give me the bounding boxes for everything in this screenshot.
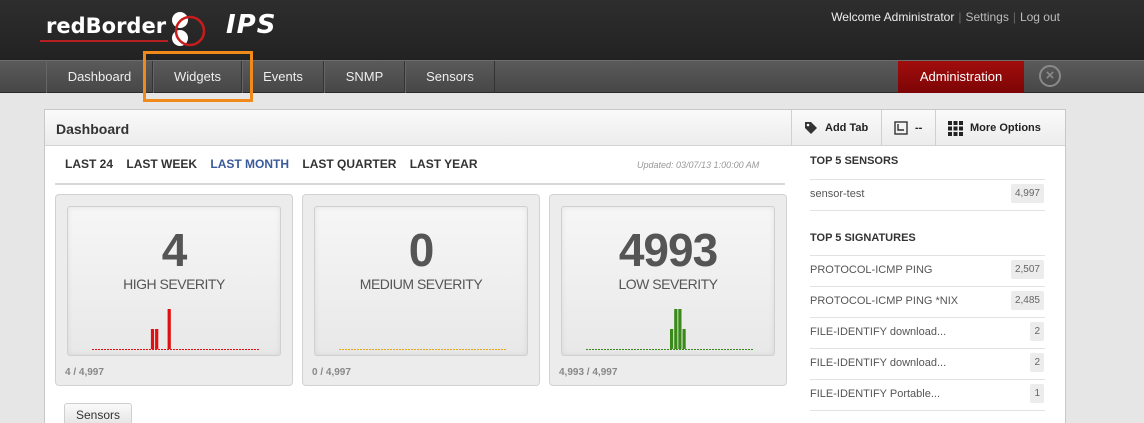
sensor-count-badge: 4,997 xyxy=(1010,184,1044,203)
card-footer: 4,993 / 4,997 xyxy=(559,367,618,378)
grid-icon xyxy=(948,120,963,136)
card-value: 4993 xyxy=(618,224,718,276)
sparkline-bar xyxy=(678,309,682,349)
sensors-tag-button[interactable]: Sensors xyxy=(64,403,132,423)
more-options-button[interactable]: More Options xyxy=(935,110,1065,146)
divider xyxy=(55,183,785,185)
sparkline-bar xyxy=(167,309,171,349)
high-severity-card[interactable]: 4 HIGH SEVERITY 4 / 4,997 xyxy=(55,194,293,386)
signature-row[interactable]: FILE-IDENTIFY download... 2 xyxy=(810,349,1045,380)
sparkline xyxy=(586,309,753,350)
range-last-month[interactable]: LAST MONTH xyxy=(210,157,289,171)
signature-count-badge: 2,507 xyxy=(1010,260,1044,279)
sparkline-bar xyxy=(670,329,674,349)
add-tab-label: Add Tab xyxy=(825,122,869,134)
card-inner: 4993 LOW SEVERITY xyxy=(561,206,775,356)
sensor-name: sensor-test xyxy=(810,188,865,200)
card-label: HIGH SEVERITY xyxy=(123,276,225,292)
panel-header: Dashboard Add Tab -- More Options xyxy=(45,110,1065,146)
card-footer: 0 / 4,997 xyxy=(312,367,351,378)
brand-name: redBorder xyxy=(46,14,167,38)
signature-name: FILE-IDENTIFY download... xyxy=(810,357,947,369)
clock-icon xyxy=(894,121,908,135)
tag-icon xyxy=(805,122,817,134)
sparkline xyxy=(339,349,506,350)
widgets-highlight xyxy=(143,51,253,102)
range-last-year[interactable]: LAST YEAR xyxy=(410,157,478,171)
sparkline xyxy=(92,309,259,350)
add-tab-button[interactable]: Add Tab xyxy=(791,110,881,146)
product-name: IPS xyxy=(226,10,277,40)
nav-snmp[interactable]: SNMP xyxy=(324,61,405,93)
signature-name: PROTOCOL-ICMP PING xyxy=(810,264,933,276)
signature-count-badge: 2 xyxy=(1030,353,1044,372)
top-signatures-title: TOP 5 SIGNATURES xyxy=(810,232,916,244)
signature-name: FILE-IDENTIFY download... xyxy=(810,326,947,338)
card-value: 0 xyxy=(408,224,435,276)
signature-row[interactable]: PROTOCOL-ICMP PING 2,507 xyxy=(810,256,1045,287)
updated-timestamp: Updated: 03/07/13 1:00:00 AM xyxy=(637,160,760,170)
card-label: MEDIUM SEVERITY xyxy=(359,276,483,292)
card-inner: 4 HIGH SEVERITY xyxy=(67,206,281,356)
nav-administration[interactable]: Administration xyxy=(898,61,1024,93)
signature-row[interactable]: FILE-IDENTIFY download... 2 xyxy=(810,318,1045,349)
signature-count-badge: 2 xyxy=(1030,322,1044,341)
nav-sensors[interactable]: Sensors xyxy=(405,61,495,93)
low-severity-card[interactable]: 4993 LOW SEVERITY 4,993 / 4,997 xyxy=(549,194,787,386)
card-label: LOW SEVERITY xyxy=(618,276,718,292)
sparkline-bar xyxy=(150,329,155,349)
range-last-quarter[interactable]: LAST QUARTER xyxy=(302,157,396,171)
nav-events[interactable]: Events xyxy=(242,61,324,93)
sparkline-bar xyxy=(155,329,159,349)
welcome-text: Welcome Administrator xyxy=(831,10,955,24)
card-value: 4 xyxy=(161,224,188,276)
signature-count-badge: 1 xyxy=(1030,384,1044,403)
sensor-row[interactable]: sensor-test 4,997 xyxy=(810,180,1045,211)
sparkline-bar xyxy=(674,309,678,349)
sparkline-bar xyxy=(682,329,686,349)
user-links: Welcome Administrator | Settings | Log out xyxy=(831,10,1060,24)
range-last-24[interactable]: LAST 24 xyxy=(65,157,113,171)
signature-row[interactable]: PROTOCOL-ICMP PING *NIX 2,485 xyxy=(810,287,1045,318)
signature-row[interactable]: FILE-IDENTIFY Portable... 1 xyxy=(810,380,1045,411)
nav-dashboard[interactable]: Dashboard xyxy=(46,61,153,93)
signature-count-badge: 2,485 xyxy=(1010,291,1044,310)
card-footer: 4 / 4,997 xyxy=(65,367,104,378)
refresh-label: -- xyxy=(915,122,923,134)
time-range-selector: LAST 24 LAST WEEK LAST MONTH LAST QUARTE… xyxy=(65,157,488,171)
top-sensors-title: TOP 5 SENSORS xyxy=(810,155,899,167)
settings-link[interactable]: Settings xyxy=(965,10,1008,24)
signature-name: PROTOCOL-ICMP PING *NIX xyxy=(810,295,959,307)
logo-underline xyxy=(40,40,168,42)
signature-name: FILE-IDENTIFY Portable... xyxy=(810,388,941,400)
panel-title: Dashboard xyxy=(56,121,130,137)
card-inner: 0 MEDIUM SEVERITY xyxy=(314,206,528,356)
logo-mark-icon xyxy=(172,12,206,47)
more-options-label: More Options xyxy=(970,122,1041,134)
close-icon[interactable]: × xyxy=(1039,65,1061,87)
logout-link[interactable]: Log out xyxy=(1020,10,1060,24)
refresh-button[interactable]: -- xyxy=(881,110,935,146)
medium-severity-card[interactable]: 0 MEDIUM SEVERITY 0 / 4,997 xyxy=(302,194,540,386)
range-last-week[interactable]: LAST WEEK xyxy=(126,157,197,171)
